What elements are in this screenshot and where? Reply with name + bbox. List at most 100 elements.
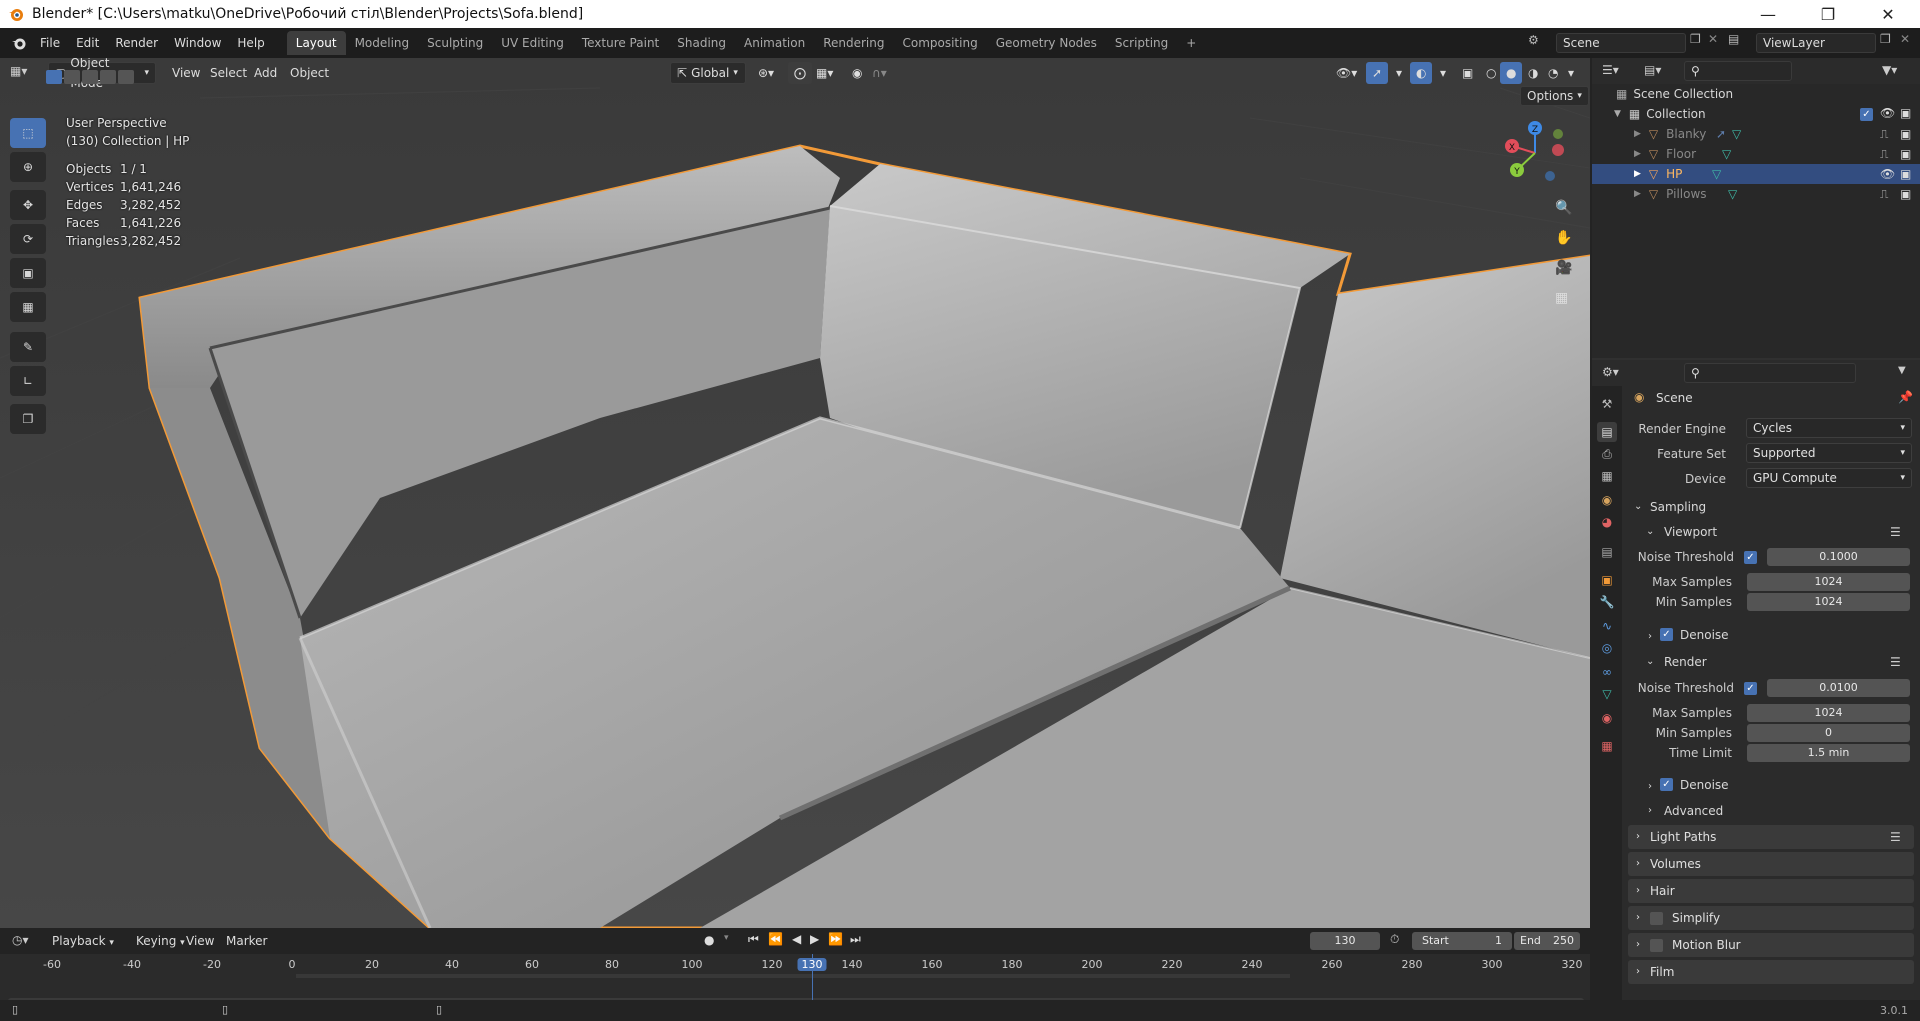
close-button[interactable]: ✕ <box>1860 0 1916 28</box>
material-tab-icon[interactable]: ◉ <box>1597 708 1617 728</box>
min-samples-field[interactable]: 0 <box>1747 724 1910 742</box>
render-engine-dropdown[interactable]: Cycles ▾ <box>1746 418 1912 438</box>
current-frame-marker[interactable]: 130 <box>797 958 827 971</box>
grid-view-icon[interactable]: ▦ <box>1555 290 1568 306</box>
tab-scripting[interactable]: Scripting <box>1106 31 1177 55</box>
tab-modeling[interactable]: Modeling <box>346 31 419 55</box>
visibility-icon[interactable]: 👁▾ <box>1330 62 1363 84</box>
jump-end-icon[interactable]: ⏭ <box>850 932 861 947</box>
tab-shading[interactable]: Shading <box>668 31 735 55</box>
tab-compositing[interactable]: Compositing <box>893 31 986 55</box>
jump-start-icon[interactable]: ⏮ <box>748 932 759 947</box>
tab-animation[interactable]: Animation <box>735 31 814 55</box>
properties-search-input[interactable]: ⚲ <box>1684 363 1856 383</box>
new-view-layer-icon[interactable]: ❐ <box>1880 32 1891 46</box>
hair-panel-header[interactable]: › Hair <box>1628 879 1914 903</box>
menu-help[interactable]: Help <box>229 32 272 54</box>
select-invert-icon[interactable] <box>100 70 116 84</box>
add-menu[interactable]: Add <box>248 62 283 84</box>
playback-menu[interactable]: Playback ▾ <box>46 930 120 952</box>
timeline-editor-icon[interactable]: ◷▾ <box>12 933 29 947</box>
add-workspace-button[interactable]: + <box>1177 31 1205 55</box>
outliner-editor-icon[interactable]: ☰▾ <box>1602 63 1619 77</box>
outliner-row-object[interactable]: ▶ ▽ Floor ▽ ⎍ ▣ <box>1592 144 1920 164</box>
falloff-icon[interactable]: ∩▾ <box>866 62 893 84</box>
preview-range-icon[interactable]: ⏱ <box>1390 932 1399 947</box>
menu-file[interactable]: File <box>32 32 68 54</box>
feature-set-dropdown[interactable]: Supported ▾ <box>1746 443 1912 463</box>
overlays-toggle-icon[interactable]: ◐ <box>1410 62 1433 84</box>
jump-keyframe-back-icon[interactable]: ⏪ <box>768 932 783 946</box>
exclude-checkbox[interactable]: ✓ <box>1860 108 1873 121</box>
render-tab-icon[interactable]: ▤ <box>1597 422 1617 442</box>
advanced-subpanel-header[interactable]: › Advanced <box>1638 800 1914 822</box>
noise-threshold-checkbox[interactable]: ✓ <box>1744 682 1757 695</box>
pivot-point-icon[interactable]: ⊛▾ <box>752 62 780 84</box>
snap-icon[interactable]: ⨀ <box>788 62 812 84</box>
select-intersect-icon[interactable] <box>118 70 134 84</box>
pin-icon[interactable]: 📌 <box>1898 390 1913 404</box>
menu-window[interactable]: Window <box>166 32 229 54</box>
viewport-subpanel-header[interactable]: ⌄ Viewport ☰ <box>1638 520 1914 544</box>
select-box-tool[interactable]: ⬚ <box>10 118 46 148</box>
denoise-checkbox[interactable]: ✓ <box>1660 628 1673 641</box>
presets-list-icon[interactable]: ☰ <box>1890 520 1901 544</box>
physics-tab-icon[interactable]: ◎ <box>1597 638 1617 658</box>
annotate-tool[interactable]: ✎ <box>10 332 46 362</box>
marker-menu[interactable]: Marker <box>220 930 273 952</box>
play-reverse-icon[interactable]: ◀ <box>792 932 801 946</box>
tab-geometry-nodes[interactable]: Geometry Nodes <box>987 31 1106 55</box>
simplify-panel-header[interactable]: › Simplify <box>1628 906 1914 930</box>
noise-threshold-field[interactable]: 0.0100 <box>1767 679 1910 697</box>
scale-tool[interactable]: ▣ <box>10 258 46 288</box>
xray-toggle-icon[interactable]: ▣ <box>1456 62 1479 84</box>
new-scene-icon[interactable]: ❐ <box>1690 32 1701 46</box>
scene-tab-icon[interactable]: ◉ <box>1597 490 1617 510</box>
select-menu[interactable]: Select <box>204 62 253 84</box>
camera-icon[interactable]: ▣ <box>1900 167 1911 181</box>
camera-icon[interactable]: ▣ <box>1900 127 1911 141</box>
view-menu[interactable]: View <box>166 62 206 84</box>
filter-icon[interactable]: ▼▾ <box>1882 63 1897 77</box>
tab-texture-paint[interactable]: Texture Paint <box>573 31 668 55</box>
menu-render[interactable]: Render <box>107 32 166 54</box>
render-subpanel-header[interactable]: ⌄ Render ☰ <box>1638 650 1914 674</box>
simplify-checkbox[interactable] <box>1650 912 1663 925</box>
add-cube-tool[interactable]: ❐ <box>10 404 46 434</box>
expand-arrow-icon[interactable]: ▶ <box>1634 129 1641 139</box>
3d-viewport[interactable]: ▦▾ ▢Object Mode▾ View Select Add Object … <box>0 58 1590 928</box>
transform-orientation-dropdown[interactable]: ⇱ Global ▾ <box>670 62 746 84</box>
data-tab-icon[interactable]: ▽ <box>1597 684 1617 704</box>
render-denoise-subpanel[interactable]: › ✓ Denoise <box>1648 774 1908 796</box>
properties-options-icon[interactable]: ▼ <box>1898 365 1906 376</box>
expand-arrow-icon[interactable]: ▼ <box>1614 109 1621 119</box>
select-subtract-icon[interactable] <box>82 70 98 84</box>
rotate-tool[interactable]: ⟳ <box>10 224 46 254</box>
gizmo-toggle-icon[interactable]: ➚ <box>1366 62 1389 84</box>
collection-tab-icon[interactable]: ▤ <box>1597 542 1617 562</box>
properties-editor-icon[interactable]: ⚙▾ <box>1602 365 1619 379</box>
solid-shading-icon[interactable]: ● <box>1500 62 1523 84</box>
move-tool[interactable]: ✥ <box>10 190 46 220</box>
camera-icon[interactable]: ▣ <box>1900 147 1911 161</box>
output-tab-icon[interactable]: ⎙ <box>1597 444 1617 464</box>
max-samples-field[interactable]: 1024 <box>1747 704 1910 722</box>
device-dropdown[interactable]: GPU Compute ▾ <box>1746 468 1912 488</box>
view-layer-icon[interactable]: ▤ <box>1728 32 1739 46</box>
tab-layout[interactable]: Layout <box>286 31 346 55</box>
zoom-icon[interactable]: 🔍 <box>1555 200 1572 216</box>
outliner-search-input[interactable]: ⚲ <box>1684 61 1792 81</box>
timeline-view-menu[interactable]: View <box>180 930 220 952</box>
expand-arrow-icon[interactable]: ▶ <box>1634 149 1641 159</box>
denoise-checkbox[interactable]: ✓ <box>1660 778 1673 791</box>
motion-blur-panel-header[interactable]: › Motion Blur <box>1628 933 1914 957</box>
eye-hidden-icon[interactable]: ⎍ <box>1880 127 1888 142</box>
gizmo-dropdown-icon[interactable]: ▾ <box>1390 62 1408 84</box>
restore-button[interactable]: ❐ <box>1800 0 1856 28</box>
particles-tab-icon[interactable]: ∿ <box>1597 616 1617 636</box>
current-frame-field[interactable]: 130 <box>1310 932 1380 950</box>
sampling-panel-header[interactable]: ⌄ Sampling <box>1628 494 1914 520</box>
texture-tab-icon[interactable]: ▦ <box>1597 736 1617 756</box>
keying-options-icon[interactable]: ▾ <box>724 933 729 943</box>
volumes-panel-header[interactable]: › Volumes <box>1628 852 1914 876</box>
